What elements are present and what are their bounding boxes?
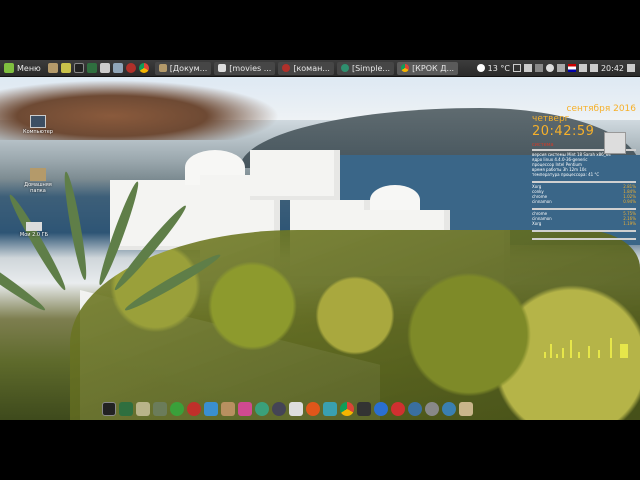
weather-icon[interactable] bbox=[476, 64, 485, 72]
editor-icon[interactable] bbox=[289, 402, 303, 416]
desktop-icon-label: Компьютер bbox=[23, 129, 53, 135]
clock-icon[interactable] bbox=[272, 402, 286, 416]
text-editor-launcher-icon[interactable] bbox=[99, 63, 110, 73]
terminal-yellow-launcher-icon[interactable] bbox=[60, 63, 71, 73]
show-desktop-icon[interactable] bbox=[627, 64, 635, 72]
disc-icon[interactable] bbox=[408, 402, 422, 416]
cherry-icon[interactable] bbox=[391, 402, 405, 416]
app-icon bbox=[340, 64, 349, 72]
conky-divider bbox=[532, 208, 636, 210]
system-monitor-launcher-icon[interactable] bbox=[86, 63, 97, 73]
bottom-dock bbox=[100, 400, 542, 418]
globe-icon[interactable] bbox=[442, 402, 456, 416]
player-icon[interactable] bbox=[374, 402, 388, 416]
conky-widget: сентября 2016 четверг 20:42:59 система в… bbox=[532, 104, 636, 241]
battery-icon[interactable] bbox=[589, 64, 598, 72]
system-monitor-icon[interactable] bbox=[119, 402, 133, 416]
panel-clock[interactable]: 20:42 bbox=[601, 64, 624, 73]
mint-logo-icon bbox=[4, 63, 14, 73]
refresh-icon[interactable] bbox=[255, 402, 269, 416]
taskbar-item-commands[interactable]: [коман... bbox=[278, 61, 334, 75]
desktop-icon-label: Мои 2.0 ГБ bbox=[19, 232, 49, 238]
desktop-icon-home[interactable]: Домашняя папка bbox=[18, 168, 58, 194]
disk-icon[interactable] bbox=[136, 402, 150, 416]
chrome-launcher-icon[interactable] bbox=[138, 63, 149, 73]
graph-icon[interactable] bbox=[204, 402, 218, 416]
task-label: [Докум... bbox=[169, 63, 208, 73]
keyboard-icon[interactable] bbox=[523, 64, 532, 72]
files-launcher-icon[interactable] bbox=[47, 63, 58, 73]
recycle-icon[interactable] bbox=[170, 402, 184, 416]
text-editor-icon bbox=[218, 64, 227, 72]
system-tray: 13 °C 20:42 bbox=[476, 64, 640, 73]
conky-divider bbox=[532, 238, 636, 240]
task-label: [коман... bbox=[293, 63, 330, 73]
archive-icon[interactable] bbox=[221, 402, 235, 416]
conky-cpu-row: cinnamon 0.94% bbox=[532, 199, 636, 204]
cherry-launcher-icon[interactable] bbox=[125, 63, 136, 73]
power-icon[interactable] bbox=[187, 402, 201, 416]
cherry-icon bbox=[282, 64, 291, 72]
conky-mem-row: Xorg 1.19% bbox=[532, 221, 636, 226]
home-folder-icon bbox=[30, 168, 46, 181]
terminal-icon[interactable] bbox=[102, 402, 116, 416]
task-label: [movies ... bbox=[229, 63, 272, 73]
chrome-icon[interactable] bbox=[340, 402, 354, 416]
workspace-switcher-icon[interactable] bbox=[604, 132, 626, 154]
settings-icon[interactable] bbox=[425, 402, 439, 416]
desktop-icon-drive[interactable]: Мои 2.0 ГБ bbox=[14, 222, 54, 238]
taskbar-item-movies[interactable]: [movies ... bbox=[214, 61, 276, 75]
top-panel: Меню [Докум... [movies ... [коман... [Si… bbox=[0, 60, 640, 77]
taskbar-item-documents[interactable]: [Докум... bbox=[154, 61, 212, 75]
computer-icon bbox=[30, 115, 46, 128]
firefox-icon[interactable] bbox=[306, 402, 320, 416]
screenshot-icon[interactable] bbox=[357, 402, 371, 416]
network-icon[interactable] bbox=[556, 64, 565, 72]
task-label: [Simple... bbox=[351, 63, 391, 73]
desktop-icon-label: Домашняя папка bbox=[24, 182, 52, 194]
taskbar-item-krok[interactable]: [КРОК Д... bbox=[397, 61, 459, 75]
conky-divider bbox=[532, 181, 636, 183]
drive-icon bbox=[26, 222, 42, 231]
conky-system-line: температура процессора: 41 °C bbox=[532, 172, 600, 177]
conky-activity-graph bbox=[540, 318, 634, 358]
menu-label: Меню bbox=[17, 63, 41, 73]
conky-divider bbox=[532, 230, 636, 232]
chat-icon[interactable] bbox=[534, 64, 543, 72]
desktop-icon-computer[interactable]: Компьютер bbox=[18, 115, 58, 135]
weather-temperature[interactable]: 13 °C bbox=[488, 64, 510, 73]
chrome-icon bbox=[401, 64, 410, 72]
conky-date: сентября 2016 bbox=[566, 104, 636, 114]
puzzle-icon[interactable] bbox=[238, 402, 252, 416]
keyboard-layout-flag-icon[interactable] bbox=[567, 64, 576, 72]
folder-icon[interactable] bbox=[459, 402, 473, 416]
task-label: [КРОК Д... bbox=[412, 63, 455, 73]
menu-button[interactable]: Меню bbox=[0, 60, 45, 76]
calculator-icon[interactable] bbox=[153, 402, 167, 416]
conky-weekday: четверг bbox=[532, 114, 570, 124]
terminal-launcher-icon[interactable] bbox=[73, 63, 84, 73]
panel-launchers bbox=[45, 63, 152, 73]
window-list-icon[interactable] bbox=[512, 64, 521, 72]
volume-icon[interactable] bbox=[578, 64, 587, 72]
image-viewer-launcher-icon[interactable] bbox=[112, 63, 123, 73]
taskbar-item-simple[interactable]: [Simple... bbox=[336, 61, 395, 75]
folder-icon bbox=[158, 64, 167, 72]
monitor-icon[interactable] bbox=[323, 402, 337, 416]
update-shield-icon[interactable] bbox=[545, 64, 554, 72]
